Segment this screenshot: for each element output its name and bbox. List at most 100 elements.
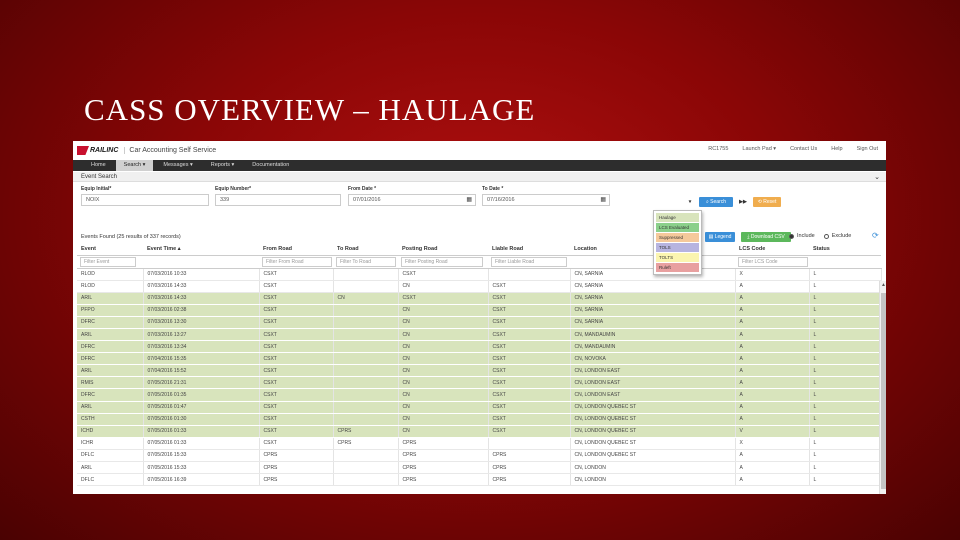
nav-search[interactable]: Search ▾ (115, 160, 154, 171)
legend-button[interactable]: ▤ Legend (705, 232, 735, 242)
filter-liable-road-input[interactable]: Filter Liable Road (491, 256, 567, 267)
table-row[interactable]: ICHR 07/05/2016 01:33 CSXT CPRS CPRS CN, LOND… (77, 437, 882, 450)
legend-lcs-evaluated[interactable]: LCS Evaluated (656, 223, 699, 232)
table-row[interactable]: ARIL 07/03/2016 14:33 CSXT CN CSXT CSXT CN, SA… (77, 292, 882, 305)
table-row[interactable]: RLOD 07/03/2016 14:33 CSXT CN CSXT CN, SARNIA… (77, 280, 882, 293)
legend-menu-button[interactable]: ▾ (685, 197, 695, 207)
cell-location: CN, LONDON (570, 461, 736, 475)
table-row[interactable]: ARIL 07/04/2016 15:52 CSXT CN CSXT CN, LONDON… (77, 364, 882, 378)
table-row[interactable]: CSTH 07/05/2016 01:30 CSXT CN CSXT CN, LONDON… (77, 413, 882, 426)
cell-posting-road: CSXT (398, 292, 489, 305)
nav-reports[interactable]: Reports ▾ (203, 160, 243, 171)
nav-messages[interactable]: Messages ▾ (155, 160, 200, 171)
calendar-icon[interactable]: ▦ (466, 196, 472, 203)
top-link-sign-out[interactable]: Sign Out (857, 146, 878, 152)
cell-lcs-code: A (735, 413, 810, 426)
cell-liable-road: CPRS (488, 461, 571, 475)
logo-text: RAILINC (90, 147, 119, 154)
scrollbar-thumb[interactable] (881, 293, 886, 489)
cell-posting-road: CN (398, 401, 489, 414)
filter-from-road-input[interactable]: Filter From Road (262, 256, 332, 267)
fast-forward-icon[interactable]: ▶▶ (737, 197, 749, 207)
cell-event: DFRC (77, 388, 144, 402)
equip-number-field: Equip Number* 339 (215, 186, 341, 206)
table-scrollbar[interactable]: ▲ (879, 281, 886, 494)
table-row[interactable]: RMIS 07/05/2016 21:31 CSXT CN CSXT CN, LONDON… (77, 376, 882, 390)
legend-haulage[interactable]: Haulage (656, 213, 699, 222)
chevron-down-icon[interactable]: ⌄ (874, 173, 880, 181)
table-row[interactable]: ARIL 07/05/2016 01:47 CSXT CN CSXT CN, LONDON… (77, 401, 882, 414)
legend-tolts[interactable]: TOLTS (656, 253, 699, 262)
cell-event: ARIL (77, 364, 144, 378)
cell-event-time: 07/04/2016 15:35 (143, 352, 260, 366)
cell-from-road: CSXT (259, 376, 334, 390)
top-link-contact-us[interactable]: Contact Us (790, 146, 817, 152)
table-row[interactable]: ARIL 07/03/2016 13:27 CSXT CN CSXT CN, MANDAU… (77, 328, 882, 342)
col-event[interactable]: Event (77, 244, 143, 256)
to-date-input[interactable]: 07/16/2016 ▦ (482, 194, 610, 206)
refresh-icon[interactable]: ⟳ (872, 231, 879, 240)
search-button[interactable]: ⌕ Search (699, 197, 733, 207)
cell-to-road (333, 413, 399, 426)
legend-suppressed[interactable]: Suppressed (656, 233, 699, 242)
cell-lcs-code: A (735, 461, 810, 475)
legend-tols[interactable]: TOLS (656, 243, 699, 252)
col-lcs-code[interactable]: LCS Code (735, 244, 809, 256)
legend-ruleft[interactable]: Ruleft (656, 263, 699, 272)
cell-posting-road: CPRS (398, 449, 489, 463)
table-row[interactable]: DFRC 07/03/2016 13:34 CSXT CN CSXT CN, MANDAU… (77, 340, 882, 354)
equip-number-input[interactable]: 339 (215, 194, 341, 206)
cell-location: CN, LONDON QUEBEC ST (570, 425, 736, 438)
from-date-input[interactable]: 07/01/2016 ▦ (348, 194, 476, 206)
cell-lcs-code: A (735, 316, 810, 329)
equip-initial-input[interactable]: NOIX (81, 194, 209, 206)
filter-event-input[interactable]: Filter Event (80, 256, 136, 267)
col-status[interactable]: Status (809, 244, 881, 256)
col-from-road[interactable]: From Road (259, 244, 333, 256)
filter-posting-road-input[interactable]: Filter Posting Road (401, 256, 483, 267)
table-row[interactable]: DFLC 07/05/2016 15:33 CPRS CPRS CPRS CN, LOND… (77, 449, 882, 463)
table-row[interactable]: DFRC 07/03/2016 13:30 CSXT CN CSXT CN, SARNIA… (77, 316, 882, 329)
col-posting-road[interactable]: Posting Road (398, 244, 488, 256)
filter-to-road-input[interactable]: Filter To Road (336, 256, 396, 267)
equip-initial-label: Equip Initial* (81, 186, 112, 192)
cell-liable-road: CSXT (488, 413, 571, 426)
top-link-help[interactable]: Help (831, 146, 842, 152)
download-csv-button[interactable]: ⤓ Download CSV (741, 232, 791, 242)
scroll-up-icon[interactable]: ▲ (880, 282, 886, 288)
cell-status: L (809, 461, 882, 475)
cell-location: CN, SARNIA (570, 280, 736, 293)
reset-button[interactable]: ⟲ Reset (753, 197, 781, 207)
nav-home[interactable]: Home (83, 160, 114, 171)
nav-documentation[interactable]: Documentation (244, 160, 297, 171)
top-link-user[interactable]: RC1755 (708, 146, 728, 152)
col-to-road[interactable]: To Road (333, 244, 398, 256)
table-row[interactable]: ARIL 07/05/2016 15:33 CPRS CPRS CPRS CN, LOND… (77, 461, 882, 475)
cell-liable-road (488, 268, 571, 281)
col-liable-road[interactable]: Liable Road (488, 244, 570, 256)
table-row[interactable]: PFPO 07/03/2016 02:38 CSXT CN CSXT CN, SARNIA… (77, 304, 882, 317)
table-row[interactable]: DFRC 07/05/2016 01:35 CSXT CN CSXT CN, LONDON… (77, 388, 882, 402)
filter-lcs-code-input[interactable]: Filter LCS Code (738, 256, 808, 267)
exclude-radio[interactable] (823, 233, 829, 239)
cell-posting-road: CN (398, 316, 489, 329)
cell-event-time: 07/05/2016 16:39 (143, 473, 260, 487)
exclude-label: Exclude (831, 233, 852, 239)
col-event-time[interactable]: Event Time ▴ (143, 244, 259, 256)
cell-event-time: 07/03/2016 10:33 (143, 268, 260, 281)
include-radio[interactable] (789, 233, 794, 239)
calendar-icon[interactable]: ▦ (600, 196, 606, 203)
include-exclude-toggle: Include Exclude (789, 233, 851, 239)
cell-from-road: CSXT (259, 340, 334, 354)
table-row[interactable]: DFLC 07/05/2016 16:39 CPRS CPRS CPRS CN, LOND… (77, 473, 882, 487)
top-link-launch-pad[interactable]: Launch Pad ▾ (742, 146, 776, 152)
table-row[interactable]: DFRC 07/04/2016 15:35 CSXT CN CSXT CN, NOVOKA… (77, 352, 882, 366)
table-row[interactable]: RLOD 07/03/2016 10:33 CSXT CSXT CN, SARNIA X L (77, 268, 882, 281)
cell-posting-road: CPRS (398, 461, 489, 475)
event-search-header[interactable]: Event Search ⌄ (73, 172, 886, 182)
cell-lcs-code: A (735, 280, 810, 293)
railinc-logo[interactable]: RAILINC (77, 145, 118, 157)
cell-liable-road: CSXT (488, 328, 571, 342)
reset-button-label: Reset (763, 199, 777, 205)
table-row[interactable]: ICHD 07/05/2016 01:33 CSXT CPRS CN CSXT CN, LO… (77, 425, 882, 438)
